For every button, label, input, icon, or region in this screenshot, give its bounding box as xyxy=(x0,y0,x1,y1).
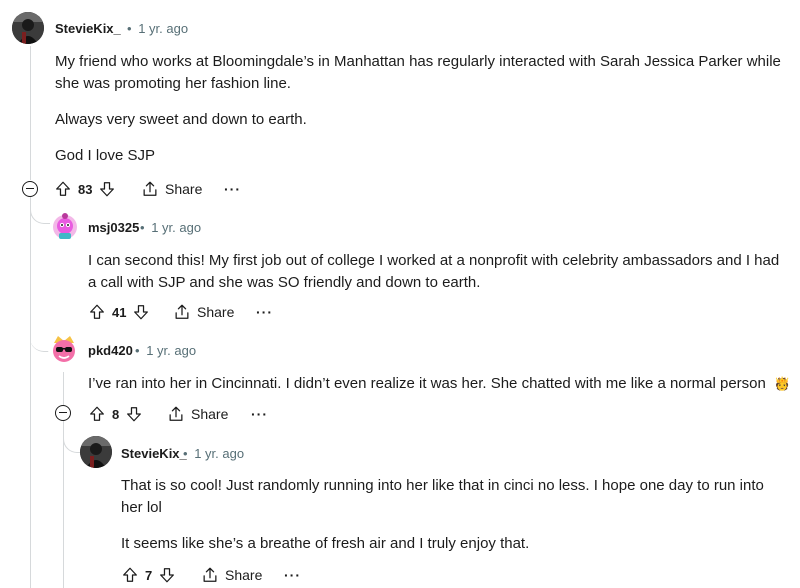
comment-paragraph: It seems like she’s a breathe of fresh a… xyxy=(121,535,530,552)
comment-paragraph: God I love SJP xyxy=(55,147,156,164)
comment-body: I can second this! My first job out of c… xyxy=(88,250,788,294)
comment-meta: • 1 yr. ago xyxy=(140,220,201,235)
vote-count: 83 xyxy=(78,181,93,197)
share-icon xyxy=(169,406,183,421)
share-label: Share xyxy=(225,567,263,583)
thread-branch-pkd xyxy=(30,200,50,352)
share-icon xyxy=(175,304,189,319)
comment-text: I’ve ran into her in Cincinnati. I didn’… xyxy=(88,375,766,392)
share-button[interactable]: Share xyxy=(173,300,234,324)
vote-group: 41 xyxy=(88,300,150,324)
avatar[interactable] xyxy=(50,211,80,241)
share-label: Share xyxy=(165,181,203,197)
upvote-icon[interactable] xyxy=(54,180,72,198)
downvote-icon[interactable] xyxy=(132,303,150,321)
comment-paragraph: I’ve ran into her in Cincinnati. I didn’… xyxy=(88,373,793,395)
comment-age[interactable]: 1 yr. ago xyxy=(194,446,244,461)
separator-dot: • xyxy=(140,220,145,235)
ellipsis-icon: ··· xyxy=(251,406,268,422)
comment-body: I’ve ran into her in Cincinnati. I didn’… xyxy=(88,373,793,395)
collapse-thread-button[interactable] xyxy=(55,405,71,421)
avatar-photo-icon xyxy=(12,12,44,44)
avatar[interactable] xyxy=(12,12,44,44)
downvote-icon[interactable] xyxy=(98,180,116,198)
vote-group: 83 xyxy=(54,177,116,201)
comment-paragraph: That is so cool! Just randomly running i… xyxy=(121,477,764,516)
thread-line-pkd-lower xyxy=(63,421,64,588)
ellipsis-icon: ··· xyxy=(284,567,301,583)
vote-count: 8 xyxy=(112,406,120,422)
ellipsis-icon: ··· xyxy=(256,304,273,320)
comment-author[interactable]: pkd420 xyxy=(88,343,133,358)
share-icon xyxy=(203,567,217,582)
emoji: 🫅 xyxy=(774,376,791,391)
comment-meta: • 1 yr. ago xyxy=(127,21,188,36)
comment-author[interactable]: msj0325 xyxy=(88,220,139,235)
share-label: Share xyxy=(197,304,235,320)
avatar[interactable] xyxy=(48,333,80,365)
vote-group: 8 xyxy=(88,402,143,426)
collapse-thread-button[interactable] xyxy=(22,181,38,197)
snoo-avatar-icon xyxy=(53,336,75,362)
comment-age[interactable]: 1 yr. ago xyxy=(151,220,201,235)
upvote-icon[interactable] xyxy=(121,566,139,584)
comment-body: My friend who works at Bloomingdale’s in… xyxy=(55,51,790,167)
separator-dot: • xyxy=(135,343,140,358)
downvote-icon[interactable] xyxy=(158,566,176,584)
share-icon xyxy=(143,181,157,196)
thread-line-pkd xyxy=(63,372,64,405)
comment-paragraph: I can second this! My first job out of c… xyxy=(88,252,780,291)
upvote-icon[interactable] xyxy=(88,303,106,321)
ellipsis-icon: ··· xyxy=(224,181,241,197)
share-button[interactable]: Share xyxy=(141,177,202,201)
more-options-button[interactable]: ··· xyxy=(284,563,301,587)
thread-line-root xyxy=(30,46,31,180)
upvote-icon[interactable] xyxy=(88,405,106,423)
share-button[interactable]: Share xyxy=(167,402,228,426)
avatar-photo-icon xyxy=(80,436,112,468)
comment-age[interactable]: 1 yr. ago xyxy=(138,21,188,36)
share-label: Share xyxy=(191,406,229,422)
comment-age[interactable]: 1 yr. ago xyxy=(146,343,196,358)
downvote-icon[interactable] xyxy=(125,405,143,423)
comment-paragraph: Always very sweet and down to earth. xyxy=(55,111,307,128)
more-options-button[interactable]: ··· xyxy=(224,177,241,201)
separator-dot: • xyxy=(183,446,188,461)
snoo-avatar-icon xyxy=(53,213,77,239)
avatar[interactable] xyxy=(80,436,112,468)
vote-count: 41 xyxy=(112,304,127,320)
comment-body: That is so cool! Just randomly running i… xyxy=(121,475,786,555)
separator-dot: • xyxy=(127,21,132,36)
more-options-button[interactable]: ··· xyxy=(251,402,268,426)
vote-count: 7 xyxy=(145,567,153,583)
share-button[interactable]: Share xyxy=(201,563,262,587)
comment-paragraph: My friend who works at Bloomingdale’s in… xyxy=(55,53,781,92)
comment-author[interactable]: StevieKix_ xyxy=(55,21,121,36)
more-options-button[interactable]: ··· xyxy=(256,300,273,324)
comment-author[interactable]: StevieKix_ xyxy=(121,446,187,461)
comment-meta: • 1 yr. ago xyxy=(183,446,244,461)
comment-meta: • 1 yr. ago xyxy=(135,343,196,358)
vote-group: 7 xyxy=(121,563,176,587)
